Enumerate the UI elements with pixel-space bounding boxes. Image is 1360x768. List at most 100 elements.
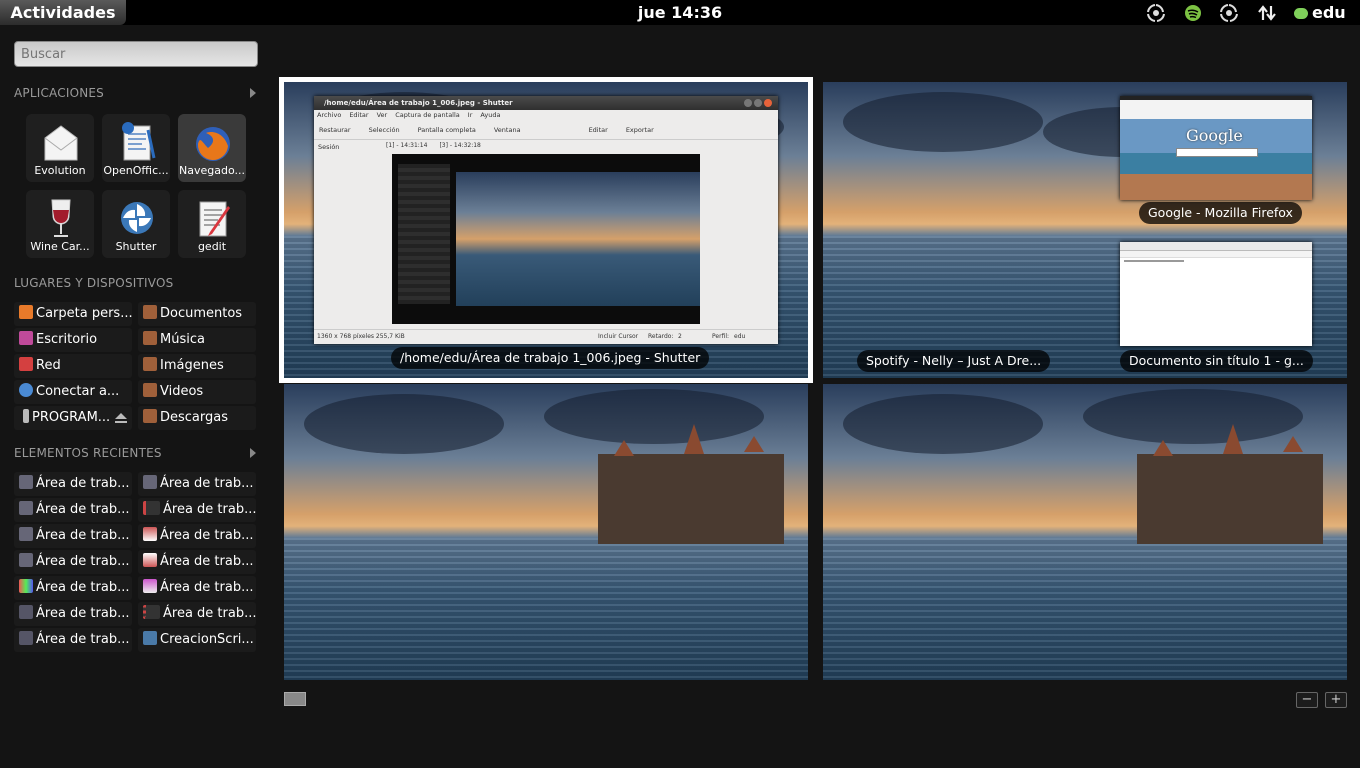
window-label-shutter[interactable]: /home/edu/Área de trabajo 1_006.jpeg - S… [391, 347, 710, 369]
recent-item[interactable]: Área de trab... [138, 550, 256, 574]
app-openoffice[interactable]: OpenOffic... [102, 114, 170, 182]
menubar: Archivo Editar Ver Captura de pantalla Ir Ayu… [317, 111, 501, 119]
place-music[interactable]: Música [138, 328, 256, 352]
recent-expand-icon[interactable] [250, 448, 256, 458]
applications-expand-icon[interactable] [250, 88, 256, 98]
eject-icon[interactable] [114, 412, 128, 424]
app-label: Evolution [34, 164, 86, 177]
app-wine[interactable]: Wine Car... [26, 190, 94, 258]
place-desktop[interactable]: Escritorio [14, 328, 132, 352]
pictures-folder-icon [143, 357, 157, 371]
shutter-tray-icon[interactable] [1146, 3, 1166, 23]
openoffice-icon [122, 122, 156, 161]
music-folder-icon [143, 331, 157, 345]
image-file-icon [143, 527, 157, 541]
image-file-icon [19, 605, 33, 619]
gedit-window-thumbnail[interactable] [1120, 242, 1312, 346]
shutter-tabs: [1] - 14:31:14 [3] - 14:32:18 [386, 142, 481, 149]
place-downloads[interactable]: Descargas [138, 406, 256, 430]
toolbar: Restaurar Selección Pantalla completa Venta… [314, 121, 778, 140]
close-window-icon [764, 99, 772, 107]
recent-item[interactable]: Área de trab... [14, 602, 132, 626]
place-documents[interactable]: Documentos [138, 302, 256, 326]
app-firefox[interactable]: Navegado... [178, 114, 246, 182]
recent-item[interactable]: Área de trab... [14, 524, 132, 548]
network-icon[interactable] [1257, 3, 1277, 23]
recent-item[interactable]: Área de trab... [138, 472, 256, 496]
google-logo: Google [1186, 126, 1243, 145]
app-evolution[interactable]: Evolution [26, 114, 94, 182]
window-label-firefox[interactable]: Google - Mozilla Firefox [1139, 202, 1302, 224]
firefox-icon [196, 127, 230, 161]
window-label-spotify[interactable]: Spotify - Nelly – Just A Dre... [857, 350, 1051, 372]
user-name: edu [1312, 3, 1346, 22]
workspace-3[interactable] [284, 384, 808, 680]
firefox-window-thumbnail[interactable]: Google [1120, 96, 1312, 200]
screenshot-preview [392, 154, 700, 324]
home-folder-icon [19, 305, 33, 319]
statusbar: 1360 x 768 píxeles 255,7 KiB Incluir Cur… [314, 329, 778, 344]
activities-button[interactable]: Actividades [0, 0, 126, 25]
app-label: Navegado... [179, 164, 245, 177]
document-file-icon [143, 631, 157, 645]
image-file-icon [143, 501, 160, 515]
app-label: gedit [197, 240, 227, 253]
recent-item[interactable]: Área de trab... [14, 576, 132, 600]
recent-item[interactable]: Área de trab... [14, 472, 132, 496]
image-file-icon [143, 579, 157, 593]
image-file-icon [19, 579, 33, 593]
window-label-gedit[interactable]: Documento sin título 1 - g... [1120, 350, 1313, 372]
castle-image [1137, 454, 1323, 544]
place-home[interactable]: Carpeta pers... [14, 302, 132, 326]
recent-item[interactable]: CreacionScri... [138, 628, 256, 652]
videos-folder-icon [143, 383, 157, 397]
network-folder-icon [19, 357, 33, 371]
place-network[interactable]: Red [14, 354, 132, 378]
app-shutter[interactable]: Shutter [102, 190, 170, 258]
usb-drive-icon [23, 409, 29, 423]
chat-icon [1294, 8, 1308, 19]
workspace-1[interactable]: /home/edu/Área de trabajo 1_006.jpeg - S… [284, 82, 808, 378]
image-file-icon [143, 605, 160, 619]
workspace-indicator[interactable] [284, 692, 306, 706]
shutter-tray-icon-2[interactable] [1219, 3, 1239, 23]
gedit-icon [199, 201, 230, 237]
applications-title: APLICACIONES [14, 86, 104, 100]
place-connect-server[interactable]: Conectar a... [14, 380, 132, 404]
places-title: LUGARES Y DISPOSITIVOS [14, 276, 174, 290]
session-label: Sesión [318, 143, 340, 151]
recent-item[interactable]: Área de trab... [14, 498, 132, 522]
image-file-icon [19, 553, 33, 567]
wine-icon [51, 199, 71, 237]
add-workspace-button[interactable]: + [1325, 692, 1347, 708]
castle-image [598, 454, 784, 544]
image-file-icon [143, 553, 157, 567]
top-bar: Actividades jue 14:36 edu [0, 0, 1360, 25]
minimize-window-icon [744, 99, 752, 107]
recent-item[interactable]: Área de trab... [138, 576, 256, 600]
shutter-icon [121, 202, 153, 234]
desktop-icon [19, 331, 33, 345]
recent-item[interactable]: Área de trab... [138, 498, 256, 522]
shutter-window-thumbnail[interactable]: /home/edu/Área de trabajo 1_006.jpeg - S… [314, 96, 778, 344]
place-videos[interactable]: Videos [138, 380, 256, 404]
recent-item[interactable]: Área de trab... [138, 602, 256, 626]
workspace-2[interactable]: Google Google - Mozilla Firefox Spotify … [823, 82, 1347, 378]
spotify-icon[interactable] [1183, 3, 1203, 23]
workspace-4[interactable] [823, 384, 1347, 680]
search-input[interactable] [14, 41, 258, 67]
recent-item[interactable]: Área de trab... [14, 550, 132, 574]
user-menu[interactable]: edu [1294, 0, 1346, 25]
maximize-window-icon [754, 99, 762, 107]
clock[interactable]: jue 14:36 [600, 0, 760, 25]
place-pictures[interactable]: Imágenes [138, 354, 256, 378]
image-file-icon [19, 501, 33, 515]
window-titlebar: /home/edu/Área de trabajo 1_006.jpeg - S… [314, 96, 778, 110]
remove-workspace-button[interactable]: − [1296, 692, 1318, 708]
globe-icon [19, 383, 33, 397]
app-gedit[interactable]: gedit [178, 190, 246, 258]
recent-title: ELEMENTOS RECIENTES [14, 446, 162, 460]
recent-item[interactable]: Área de trab... [14, 628, 132, 652]
recent-item[interactable]: Área de trab... [138, 524, 256, 548]
app-label: OpenOffic... [103, 164, 169, 177]
